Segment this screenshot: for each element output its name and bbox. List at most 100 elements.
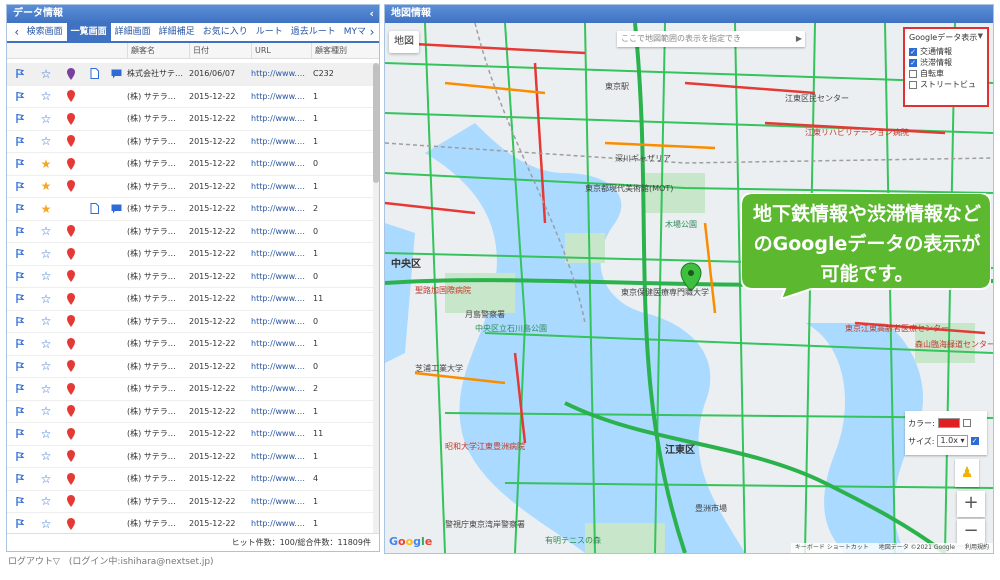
star-outline-icon[interactable]: ☆ bbox=[33, 513, 59, 533]
table-row[interactable]: ☆ 株式会社サテ… 2016/06/07 http://www.… C232 bbox=[7, 63, 373, 86]
star-outline-icon[interactable]: ☆ bbox=[33, 355, 59, 377]
star-outline-icon[interactable]: ☆ bbox=[33, 445, 59, 467]
url-link[interactable]: http://www.… bbox=[251, 355, 311, 377]
table-row[interactable]: ☆ (株) サテラ… 2015-12-22 http://www.… 1 bbox=[7, 130, 373, 153]
map-place-label[interactable]: 豊洲市場 bbox=[695, 503, 727, 514]
comment-icon[interactable] bbox=[105, 198, 127, 220]
map-pin-icon[interactable] bbox=[59, 108, 83, 130]
tab-3[interactable]: 詳細補足 bbox=[155, 23, 199, 41]
table-row[interactable]: ☆ (株) サテラ… 2015-12-22 http://www.… 1 bbox=[7, 445, 373, 468]
flag-icon[interactable] bbox=[7, 153, 33, 175]
star-outline-icon[interactable]: ☆ bbox=[33, 288, 59, 310]
flag-icon[interactable] bbox=[7, 108, 33, 130]
table-row[interactable]: ☆ (株) サテラ… 2015-12-22 http://www.… 1 bbox=[7, 400, 373, 423]
dropdown-icon[interactable]: ▼ bbox=[978, 32, 983, 40]
street-view-pegman-icon[interactable]: ♟ bbox=[955, 459, 979, 487]
map-place-label[interactable]: 江東リハビリテーション病院 bbox=[805, 127, 909, 138]
map-place-label[interactable]: 東京保健医療専門職大学 bbox=[621, 287, 709, 298]
table-row[interactable]: ☆ (株) サテラ… 2015-12-22 http://www.… 1 bbox=[7, 243, 373, 266]
table-row[interactable]: ☆ (株) サテラ… 2015-12-22 http://www.… 11 bbox=[7, 423, 373, 446]
favorite-star-icon[interactable]: ★ bbox=[33, 153, 59, 175]
flag-icon[interactable] bbox=[7, 333, 33, 355]
column-header-type[interactable]: 顧客種別 bbox=[311, 42, 361, 59]
star-outline-icon[interactable]: ☆ bbox=[33, 468, 59, 490]
flag-icon[interactable] bbox=[7, 400, 33, 422]
url-link[interactable]: http://www.… bbox=[251, 63, 311, 85]
url-link[interactable]: http://www.… bbox=[251, 198, 311, 220]
table-row[interactable]: ☆ (株) サテラ… 2015-12-22 http://www.… 1 bbox=[7, 513, 373, 533]
map-place-label[interactable]: 深川ギャザリア bbox=[615, 153, 671, 164]
flag-icon[interactable] bbox=[7, 198, 33, 220]
tab-next-icon[interactable]: › bbox=[365, 23, 379, 41]
map-pin-icon[interactable] bbox=[59, 513, 83, 533]
terms-link[interactable]: 利用規約 bbox=[965, 543, 989, 553]
flag-icon[interactable] bbox=[7, 265, 33, 287]
url-link[interactable]: http://www.… bbox=[251, 490, 311, 512]
column-header-name[interactable]: 顧客名 bbox=[127, 42, 189, 59]
map-search-input[interactable]: ここで地図範囲の表示を指定でき ▶ bbox=[617, 31, 805, 47]
star-outline-icon[interactable]: ☆ bbox=[33, 423, 59, 445]
flag-icon[interactable] bbox=[7, 288, 33, 310]
flag-icon[interactable] bbox=[7, 175, 33, 197]
flag-icon[interactable] bbox=[7, 378, 33, 400]
star-outline-icon[interactable]: ☆ bbox=[33, 130, 59, 152]
table-row[interactable]: ☆ (株) サテラ… 2015-12-22 http://www.… 1 bbox=[7, 108, 373, 131]
document-icon[interactable] bbox=[83, 63, 105, 85]
map-place-label[interactable]: 森山臨海緑道センター bbox=[915, 339, 993, 350]
map-pin-icon[interactable] bbox=[59, 153, 83, 175]
layer-option[interactable]: ✓ 渋滞情報 bbox=[909, 57, 983, 68]
table-row[interactable]: ☆ (株) サテラ… 2015-12-22 http://www.… 2 bbox=[7, 378, 373, 401]
url-link[interactable]: http://www.… bbox=[251, 400, 311, 422]
flag-icon[interactable] bbox=[7, 468, 33, 490]
star-outline-icon[interactable]: ☆ bbox=[33, 243, 59, 265]
layer-checkbox[interactable] bbox=[909, 80, 917, 89]
star-outline-icon[interactable]: ☆ bbox=[33, 490, 59, 512]
map-pin-icon[interactable] bbox=[59, 400, 83, 422]
flag-icon[interactable] bbox=[7, 513, 33, 533]
layer-option[interactable]: 自転車 bbox=[909, 68, 983, 79]
table-row[interactable]: ☆ (株) サテラ… 2015-12-22 http://www.… 0 bbox=[7, 310, 373, 333]
flag-icon[interactable] bbox=[7, 310, 33, 332]
map-place-label[interactable]: 中央区 bbox=[391, 255, 421, 270]
map-pin-icon[interactable] bbox=[59, 445, 83, 467]
google-layer-title[interactable]: Googleデータ表示 ▼ bbox=[909, 32, 983, 43]
url-link[interactable]: http://www.… bbox=[251, 288, 311, 310]
map-pin-icon[interactable] bbox=[59, 243, 83, 265]
map-pin-icon[interactable] bbox=[59, 175, 83, 197]
map-pin-icon[interactable] bbox=[59, 468, 83, 490]
favorite-star-icon[interactable]: ★ bbox=[33, 198, 59, 220]
star-outline-icon[interactable]: ☆ bbox=[33, 310, 59, 332]
map-place-label[interactable]: 昭和大学江東豊洲病院 bbox=[445, 441, 525, 452]
map-pin-icon[interactable] bbox=[59, 85, 83, 107]
keyboard-shortcuts-link[interactable]: キーボード ショートカット bbox=[795, 543, 869, 553]
flag-icon[interactable] bbox=[7, 220, 33, 242]
map-pin-icon[interactable] bbox=[59, 265, 83, 287]
star-outline-icon[interactable]: ☆ bbox=[33, 378, 59, 400]
star-outline-icon[interactable]: ☆ bbox=[33, 108, 59, 130]
map-place-label[interactable]: 警視庁東京湾岸警察署 bbox=[445, 519, 525, 530]
star-outline-icon[interactable]: ☆ bbox=[33, 220, 59, 242]
size-select[interactable]: 1.0x ▾ bbox=[937, 435, 968, 447]
url-link[interactable]: http://www.… bbox=[251, 310, 311, 332]
star-outline-icon[interactable]: ☆ bbox=[33, 265, 59, 287]
map-pin-icon[interactable] bbox=[59, 378, 83, 400]
table-row[interactable]: ★ (株) サテラ… 2015-12-22 http://www.… 1 bbox=[7, 175, 373, 198]
flag-icon[interactable] bbox=[7, 445, 33, 467]
column-header-date[interactable]: 日付 bbox=[189, 42, 251, 59]
map-place-label[interactable]: 東京駅 bbox=[605, 81, 629, 92]
url-link[interactable]: http://www.… bbox=[251, 445, 311, 467]
map-pin-icon[interactable] bbox=[59, 63, 83, 85]
tab-1[interactable]: 一覧画面 bbox=[66, 23, 111, 41]
table-row[interactable]: ☆ (株) サテラ… 2015-12-22 http://www.… 0 bbox=[7, 220, 373, 243]
url-link[interactable]: http://www.… bbox=[251, 265, 311, 287]
map-place-label[interactable]: 東京江東高齢者医療センター bbox=[845, 323, 949, 334]
collapse-icon[interactable]: ‹ bbox=[369, 5, 374, 23]
map-pin-icon[interactable] bbox=[59, 130, 83, 152]
flag-icon[interactable] bbox=[7, 130, 33, 152]
document-icon[interactable] bbox=[83, 198, 105, 220]
table-row[interactable]: ☆ (株) サテラ… 2015-12-22 http://www.… 11 bbox=[7, 288, 373, 311]
map-type-button[interactable]: 地図 bbox=[389, 31, 419, 53]
map-pin-icon[interactable] bbox=[59, 423, 83, 445]
map-canvas[interactable]: 中央区江東区東京駅東京都庁聖路加国際病院江東リハビリテーション病院深川ギャザリア… bbox=[385, 23, 993, 553]
map-pin-icon[interactable] bbox=[59, 490, 83, 512]
